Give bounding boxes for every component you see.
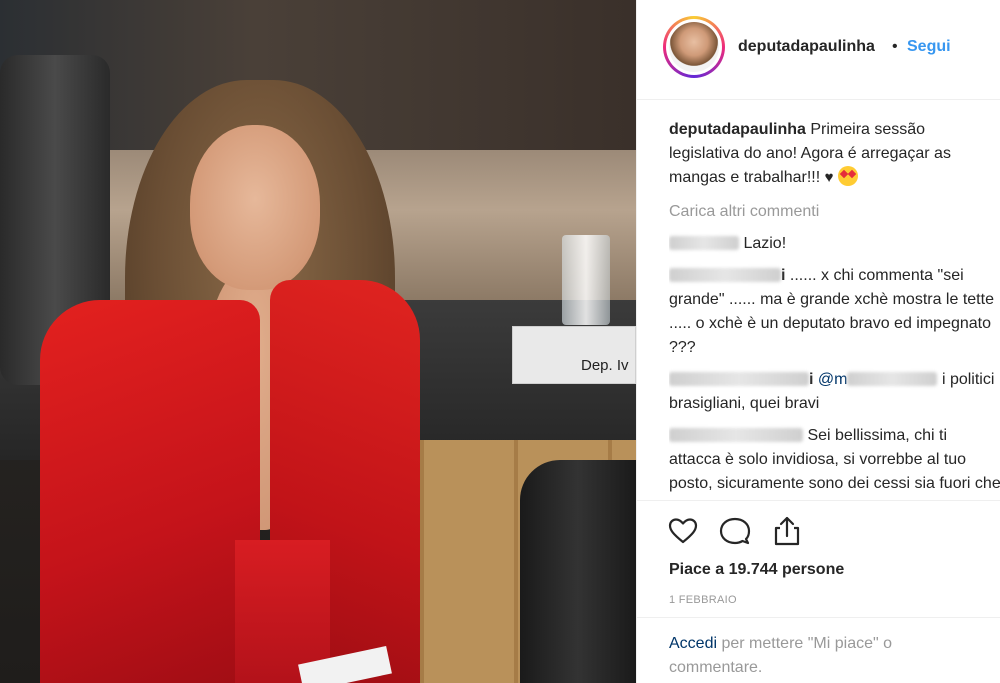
comment-icon-svg <box>719 517 751 545</box>
post-photo[interactable]: Dep. Iv <box>0 0 636 683</box>
redacted-username[interactable] <box>669 236 739 250</box>
share-icon[interactable] <box>771 515 803 547</box>
divider <box>637 617 1000 618</box>
avatar[interactable] <box>663 16 725 78</box>
post-actions: Piace a 19.744 persone 1 FEBBRAIO Accedi… <box>637 500 1000 676</box>
redacted-username[interactable] <box>669 428 803 442</box>
username-suffix: i <box>781 267 786 284</box>
username-suffix: i <box>809 371 814 388</box>
comment-text: Lazio! <box>743 235 787 252</box>
nameplate-text: Dep. Iv <box>581 357 629 374</box>
black-heart-icon: ♥ <box>824 169 834 186</box>
follow-button[interactable]: Segui <box>907 38 951 56</box>
likes-suffix: persone <box>777 561 845 578</box>
red-jacket-left <box>40 300 260 683</box>
avatar-border <box>666 19 722 75</box>
comments-section[interactable]: deputadapaulinha Primeira sessão legisla… <box>669 118 1000 498</box>
chair-right <box>520 460 636 683</box>
comment-item: Lazio! <box>669 232 1000 256</box>
login-prompt: Accedi per mettere "Mi piace" o commenta… <box>669 632 989 680</box>
post-header: deputadapaulinha • Segui <box>637 0 1000 100</box>
header-separator: • <box>892 38 898 55</box>
likes-number: 19.744 <box>728 561 778 578</box>
likes-prefix: Piace a <box>669 561 729 578</box>
likes-count[interactable]: Piace a 19.744 persone <box>669 561 844 579</box>
nameplate: Dep. Iv <box>512 326 636 384</box>
heart-icon-svg <box>668 518 698 544</box>
comment-mention[interactable]: @m <box>818 371 848 388</box>
caption-username[interactable]: deputadapaulinha <box>669 121 806 138</box>
redacted-username[interactable] <box>669 268 781 282</box>
avatar-image <box>669 22 719 72</box>
comment-item: i ...... x chi commenta "sei grande" ...… <box>669 264 1000 360</box>
person-face <box>190 125 320 290</box>
load-more-comments-button[interactable]: Carica altri commenti <box>669 200 1000 224</box>
login-link[interactable]: Accedi <box>669 635 717 652</box>
post-side-panel: deputadapaulinha • Segui deputadapaulinh… <box>636 0 1000 683</box>
redacted-username[interactable] <box>669 372 809 386</box>
comment-item: i @m i politici brasigliani, quei bravi <box>669 368 1000 416</box>
header-username[interactable]: deputadapaulinha <box>738 38 875 56</box>
share-icon-svg <box>774 516 800 546</box>
comment-icon[interactable] <box>719 515 751 547</box>
heart-eyes-emoji-icon <box>838 166 859 186</box>
comment-item: Sei bellissima, chi ti attacca è solo in… <box>669 424 1000 498</box>
post-date[interactable]: 1 FEBBRAIO <box>669 594 737 606</box>
redacted-mention <box>847 372 938 386</box>
heart-icon[interactable] <box>667 515 699 547</box>
post-caption: deputadapaulinha Primeira sessão legisla… <box>669 118 989 190</box>
water-glass <box>562 235 610 325</box>
